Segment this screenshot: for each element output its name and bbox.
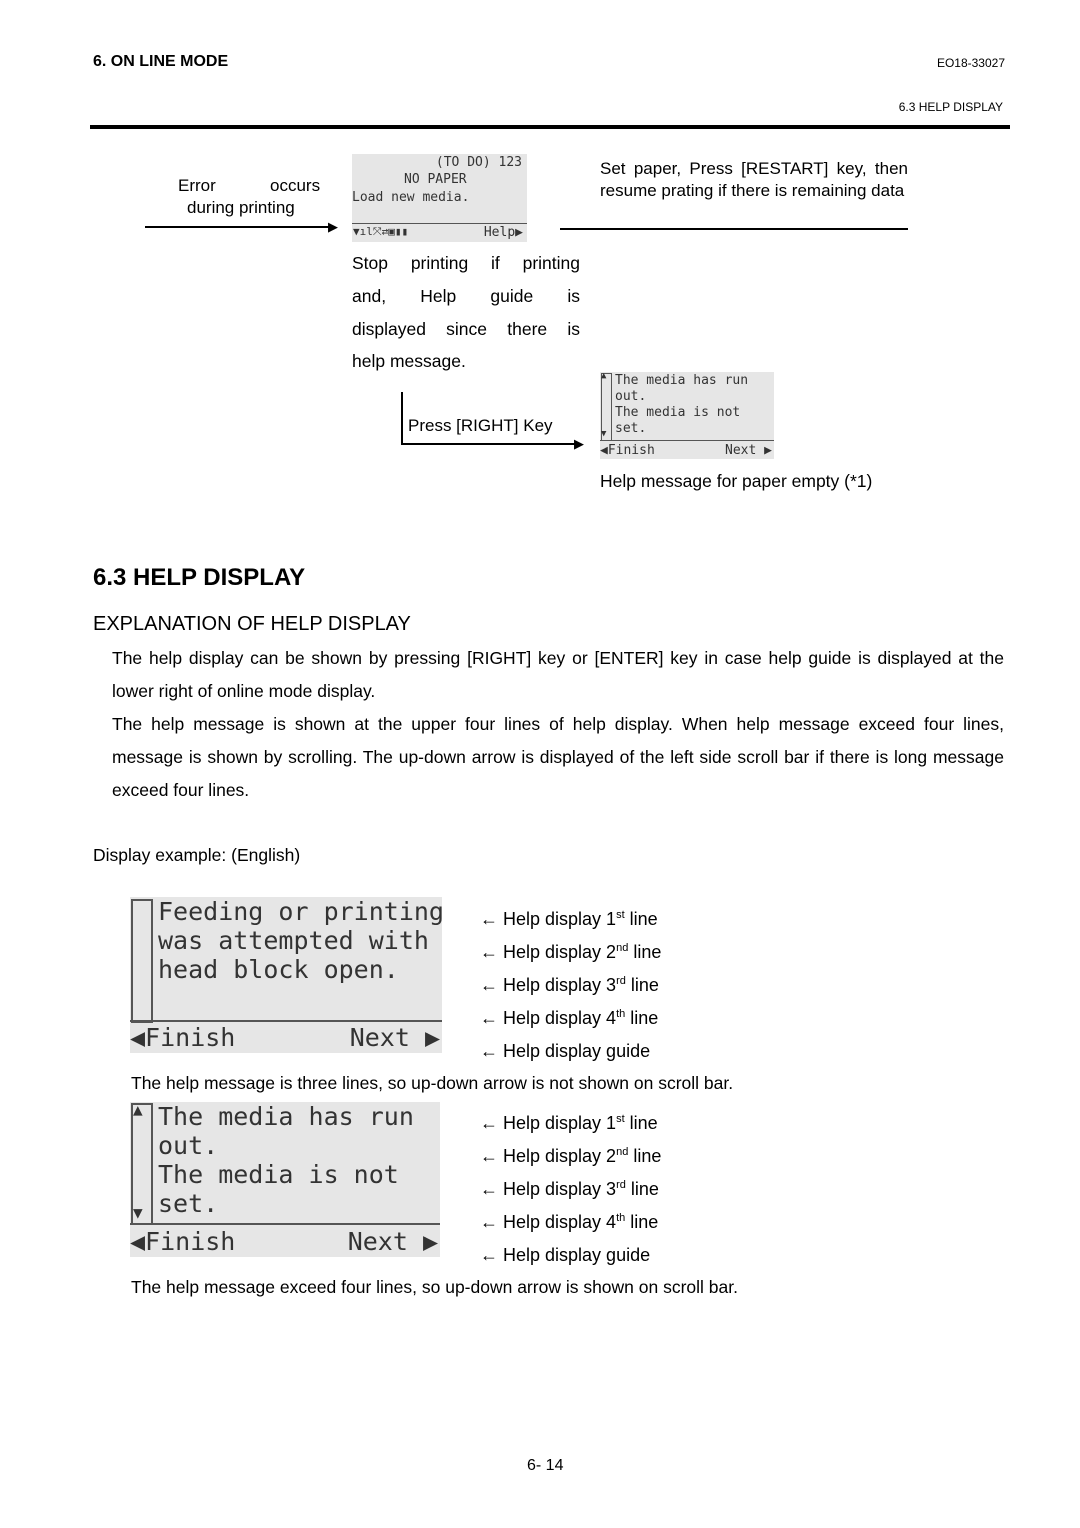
lcd-message: Load new media.: [352, 190, 470, 205]
next-button[interactable]: Next ▶: [348, 1229, 438, 1254]
line-label: ← Help display 1st line: [480, 1113, 658, 1133]
line-label: ← Help display 3rd line: [480, 975, 659, 995]
line-label: ← Help display 2nd line: [480, 942, 662, 962]
help-line: The media is not: [158, 1160, 399, 1189]
restart-instructions: Set paper, Press [RESTART] key, then res…: [600, 159, 908, 200]
chapter-title: 6. ON LINE MODE: [93, 53, 229, 70]
scroll-bar[interactable]: [131, 899, 153, 1023]
lcd-status: NO PAPER: [404, 172, 467, 187]
arrow-head-icon: ▶: [328, 219, 338, 234]
stop-text-line: displayed since there is: [352, 319, 580, 339]
lcd-divider: [600, 440, 774, 441]
line-label: ← Help display 3rd line: [480, 1179, 659, 1199]
next-button[interactable]: Next ▶: [725, 444, 772, 457]
arrow-head-icon: ▶: [574, 436, 584, 451]
line-label: ← Help display 4th line: [480, 1008, 659, 1028]
help-line: Feeding or printing: [158, 897, 444, 926]
example-caption: The help message exceed four lines, so u…: [131, 1277, 738, 1297]
example-label: Display example: (English): [93, 845, 301, 865]
lcd-divider: [130, 1223, 440, 1225]
help-line: out.: [158, 1131, 219, 1160]
scroll-down-arrow-icon[interactable]: ▼: [601, 430, 606, 439]
press-right-label: Press [RIGHT] Key: [408, 416, 553, 435]
lcd-example-1: Feeding or printing was attempted with h…: [130, 897, 444, 1053]
lcd-caption: Help message for paper empty (*1): [600, 471, 873, 491]
line-label: ← Help display 2nd line: [480, 1146, 662, 1166]
line-label: ← Help display 4th line: [480, 1212, 659, 1232]
header-rule: [90, 125, 1010, 129]
stop-text-line: help message.: [352, 351, 466, 371]
error-text: Error: [178, 176, 216, 195]
document-page: 6. ON LINE MODE EO18-33027 6.3 HELP DISP…: [0, 0, 1080, 1528]
section-subtitle: EXPLANATION OF HELP DISPLAY: [93, 613, 411, 635]
help-line: out.: [615, 389, 647, 404]
help-line: head block open.: [158, 955, 399, 984]
scroll-up-arrow-icon[interactable]: ▲: [133, 1102, 143, 1118]
stop-text-line: Stop printing if printing: [352, 253, 580, 273]
error-text: occurs: [270, 176, 321, 195]
bracket-line: [401, 443, 576, 445]
help-line: was attempted with: [158, 926, 429, 955]
section-title: 6.3 HELP DISPLAY: [93, 564, 306, 591]
help-line: The media has run: [615, 373, 749, 388]
bracket-line: [401, 392, 403, 445]
status-icons: ▼ıl⤧⇄▣▮▮: [353, 225, 409, 238]
lcd-online-display: (TO DO) 123 NO PAPER Load new media. ▼ıl…: [352, 154, 527, 242]
stop-text-line: and, Help guide is: [352, 286, 580, 306]
finish-button[interactable]: ◀Finish: [600, 444, 655, 457]
lcd-help-display-small: ▲ ▼ The media has run out. The media is …: [600, 372, 774, 459]
guide-label: ← Help display guide: [480, 1245, 651, 1265]
paragraph: The help display can be shown by pressin…: [112, 648, 1004, 701]
help-line: set.: [615, 421, 647, 436]
arrow-line: [145, 226, 331, 228]
scroll-up-arrow-icon[interactable]: ▲: [601, 372, 606, 381]
lcd-example-2: ▲ ▼ The media has run out. The media is …: [130, 1102, 440, 1257]
help-guide: Help▶: [483, 225, 523, 240]
next-button[interactable]: Next ▶: [350, 1025, 440, 1050]
lcd-top-line: (TO DO) 123: [435, 155, 522, 170]
page-number: 6- 14: [527, 1457, 564, 1474]
help-line: The media is not: [615, 405, 741, 420]
help-line: set.: [158, 1189, 219, 1218]
help-line: The media has run: [158, 1102, 414, 1131]
lcd-divider: [352, 223, 527, 224]
document-number: EO18-33027: [936, 56, 1005, 70]
paragraph: The help message is shown at the upper f…: [112, 714, 1004, 800]
lcd-divider: [130, 1020, 442, 1022]
finish-button[interactable]: ◀Finish: [130, 1229, 235, 1254]
underline-rule: [560, 228, 908, 230]
line-label: ← Help display 1st line: [480, 909, 658, 929]
error-text: during printing: [187, 198, 295, 217]
section-header: 6.3 HELP DISPLAY: [898, 100, 1003, 114]
finish-button[interactable]: ◀Finish: [130, 1025, 235, 1050]
scroll-down-arrow-icon[interactable]: ▼: [133, 1205, 143, 1221]
example-caption: The help message is three lines, so up-d…: [131, 1073, 734, 1093]
guide-label: ← Help display guide: [480, 1041, 651, 1061]
